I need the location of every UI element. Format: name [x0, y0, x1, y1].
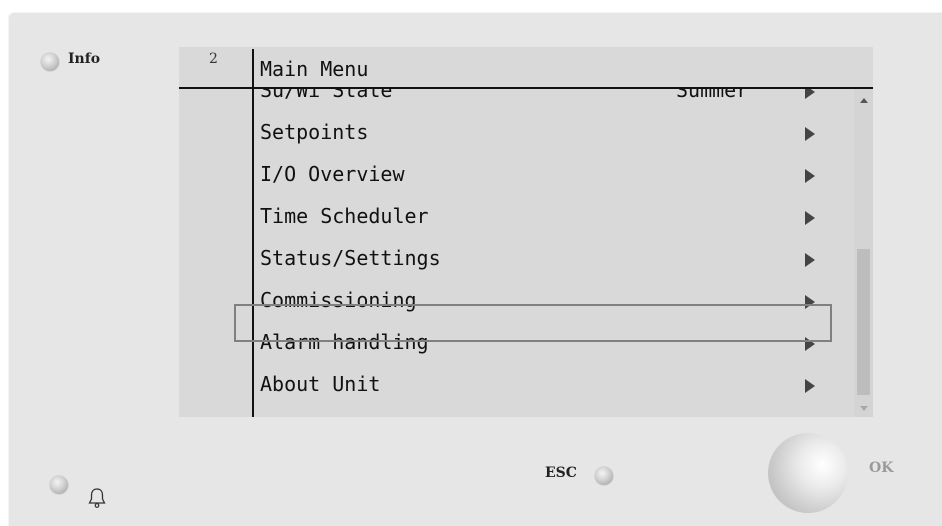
display-screen: 2 Main Menu Su/Wi State Summer Setpoints…: [179, 47, 873, 417]
screen-title: Main Menu: [260, 57, 369, 81]
menu-item-time-scheduler[interactable]: Time Scheduler: [254, 197, 854, 239]
bell-icon[interactable]: [88, 487, 106, 509]
menu-viewport: Su/Wi State Summer Setpoints I/O Overvie…: [254, 89, 854, 417]
page-number: 2: [209, 51, 218, 67]
triangle-right-icon: [805, 127, 815, 141]
alarm-led[interactable]: [50, 476, 68, 494]
ok-knob[interactable]: [768, 433, 848, 513]
menu-item-setpoints[interactable]: Setpoints: [254, 113, 854, 155]
title-underline: [179, 87, 873, 89]
scroll-down-icon[interactable]: [860, 406, 868, 411]
menu-list: Su/Wi State Summer Setpoints I/O Overvie…: [254, 89, 854, 407]
menu-item-io-overview[interactable]: I/O Overview: [254, 155, 854, 197]
menu-item-value: Summer: [676, 89, 749, 102]
selection-highlight: [234, 304, 832, 342]
esc-button[interactable]: [595, 467, 613, 485]
menu-item-label: Su/Wi State: [260, 89, 393, 102]
menu-item-status-settings[interactable]: Status/Settings: [254, 239, 854, 281]
menu-item-su-wi-state[interactable]: Su/Wi State Summer: [254, 89, 854, 113]
menu-item-label: About Unit: [260, 372, 381, 396]
menu-item-about-unit[interactable]: About Unit: [254, 365, 854, 407]
triangle-right-icon: [805, 89, 815, 99]
triangle-right-icon: [805, 211, 815, 225]
menu-scrollbar[interactable]: [854, 89, 873, 417]
ok-label: OK: [869, 460, 894, 476]
info-label: Info: [68, 51, 101, 67]
triangle-right-icon: [805, 379, 815, 393]
menu-item-label: Status/Settings: [260, 246, 441, 270]
scroll-up-icon[interactable]: [860, 98, 868, 103]
scrollbar-thumb[interactable]: [857, 249, 870, 395]
menu-item-label: Setpoints: [260, 120, 369, 144]
info-led[interactable]: [41, 53, 59, 71]
controller-panel: Info 2 Main Menu Su/Wi State Summer Setp…: [8, 12, 942, 526]
menu-item-label: Time Scheduler: [260, 204, 429, 228]
triangle-right-icon: [805, 169, 815, 183]
menu-item-label: I/O Overview: [260, 162, 405, 186]
esc-label: ESC: [545, 465, 577, 481]
triangle-right-icon: [805, 253, 815, 267]
